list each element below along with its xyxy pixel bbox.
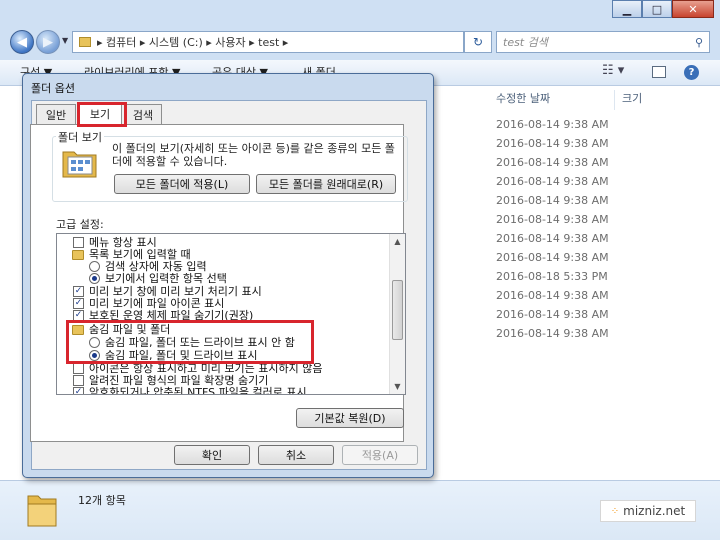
forward-button[interactable]: ▶ <box>36 30 60 54</box>
folder-view-legend: 폴더 보기 <box>56 129 104 145</box>
checkbox[interactable]: ✓ <box>73 310 84 321</box>
reset-folders-button[interactable]: 모든 폴더를 원래대로(R) <box>256 174 396 194</box>
date-cell: 2016-08-14 9:38 AM <box>496 156 609 169</box>
date-cell: 2016-08-14 9:38 AM <box>496 194 609 207</box>
breadcrumb-drive[interactable]: 시스템 (C:) <box>149 34 203 50</box>
tab-view[interactable]: 보기 <box>78 102 122 124</box>
advanced-settings-list[interactable]: 메뉴 항상 표시 목록 보기에 입력할 때 검색 상자에 자동 입력 보기에서 … <box>56 233 406 395</box>
watermark-text: mizniz.net <box>623 504 686 518</box>
folder-view-description: 이 폴더의 보기(자세히 또는 아이콘 등)를 같은 종류의 모든 폴더에 적용… <box>112 142 395 168</box>
checkbox[interactable] <box>73 363 84 374</box>
breadcrumb-users[interactable]: 사용자 <box>215 34 245 50</box>
restore-defaults-button[interactable]: 기본값 복원(D) <box>296 408 404 428</box>
folder-view-icon <box>62 148 98 178</box>
ok-button[interactable]: 확인 <box>174 445 250 465</box>
search-input[interactable]: test 검색 ⚲ <box>496 31 710 53</box>
advanced-settings-label: 고급 설정: <box>56 218 104 231</box>
window-controls: ▁ □ ✕ <box>612 0 714 20</box>
breadcrumb-test[interactable]: test <box>258 36 279 49</box>
folder-large-icon <box>26 490 58 528</box>
setting-label: 보호된 운영 체제 파일 숨기기(권장) <box>89 309 254 322</box>
folder-icon <box>72 250 84 260</box>
setting-label: 암호화되거나 압축된 NTFS 파일을 컬러로 표시 <box>89 386 307 395</box>
radio[interactable] <box>89 273 100 284</box>
date-cell: 2016-08-14 9:38 AM <box>496 232 609 245</box>
scroll-thumb[interactable] <box>392 280 403 340</box>
close-button[interactable]: ✕ <box>672 0 714 18</box>
checkbox[interactable]: ✓ <box>73 387 84 394</box>
date-cell: 2016-08-14 9:38 AM <box>496 213 609 226</box>
view-options-icon[interactable]: ☷ ▾ <box>602 63 624 78</box>
date-cell: 2016-08-14 9:38 AM <box>496 327 609 340</box>
tab-general[interactable]: 일반 <box>36 104 76 124</box>
column-header-date[interactable]: 수정한 날짜 <box>496 90 550 106</box>
logo-dots-icon: ⁘ <box>610 505 620 517</box>
apply-to-folders-button[interactable]: 모든 폴더에 적용(L) <box>114 174 250 194</box>
checkbox[interactable]: ✓ <box>73 286 84 297</box>
settings-scrollbar[interactable]: ▲ ▼ <box>389 234 405 394</box>
radio[interactable] <box>89 350 100 361</box>
scroll-down-arrow-icon[interactable]: ▼ <box>390 379 405 394</box>
checkbox[interactable] <box>73 237 84 248</box>
maximize-button[interactable]: □ <box>642 0 672 18</box>
setting-label: 숨김 파일 및 폴더 <box>89 323 171 336</box>
date-cell: 2016-08-14 9:38 AM <box>496 137 609 150</box>
date-cell: 2016-08-14 9:38 AM <box>496 175 609 188</box>
scroll-up-arrow-icon[interactable]: ▲ <box>390 234 405 249</box>
back-button[interactable]: ◀ <box>10 30 34 54</box>
date-cell: 2016-08-14 9:38 AM <box>496 308 609 321</box>
folder-icon <box>79 37 91 47</box>
checkbox[interactable]: ✓ <box>73 298 84 309</box>
setting-label: 숨김 파일, 폴더 또는 드라이브 표시 안 함 <box>105 336 295 349</box>
breadcrumb-computer[interactable]: 컴퓨터 <box>106 34 136 50</box>
date-cell: 2016-08-18 5:33 PM <box>496 270 608 283</box>
item-count: 12개 항목 <box>78 494 126 507</box>
dialog-title: 폴더 옵션 <box>31 82 75 95</box>
refresh-button[interactable]: ↻ <box>464 31 492 53</box>
minimize-button[interactable]: ▁ <box>612 0 642 18</box>
watermark-logo: ⁘ mizniz.net <box>600 500 696 522</box>
tab-search[interactable]: 검색 <box>124 104 162 124</box>
date-cell: 2016-08-14 9:38 AM <box>496 118 609 131</box>
date-cell: 2016-08-14 9:38 AM <box>496 251 609 264</box>
setting-label: 숨김 파일, 폴더 및 드라이브 표시 <box>105 349 258 362</box>
column-header-size[interactable]: 크기 <box>622 90 642 106</box>
date-cell: 2016-08-14 9:38 AM <box>496 289 609 302</box>
search-icon: ⚲ <box>694 35 703 49</box>
recent-pages-arrow-icon[interactable]: ▼ <box>62 36 68 45</box>
help-icon[interactable]: ? <box>684 65 699 80</box>
search-placeholder: test 검색 <box>503 36 548 49</box>
column-headers: 수정한 날짜 크기 <box>490 90 720 110</box>
breadcrumb-sep: ▸ <box>97 35 107 49</box>
radio[interactable] <box>89 337 100 348</box>
radio[interactable] <box>89 261 100 272</box>
cancel-button[interactable]: 취소 <box>258 445 334 465</box>
address-bar[interactable]: ▸ 컴퓨터 ▸ 시스템 (C:) ▸ 사용자 ▸ test ▸ <box>72 31 464 53</box>
preview-pane-icon[interactable] <box>652 66 666 78</box>
apply-button[interactable]: 적용(A) <box>342 445 418 465</box>
setting-label: 보기에서 입력한 항목 선택 <box>105 272 227 285</box>
folder-icon <box>72 325 84 335</box>
checkbox[interactable] <box>73 375 84 386</box>
